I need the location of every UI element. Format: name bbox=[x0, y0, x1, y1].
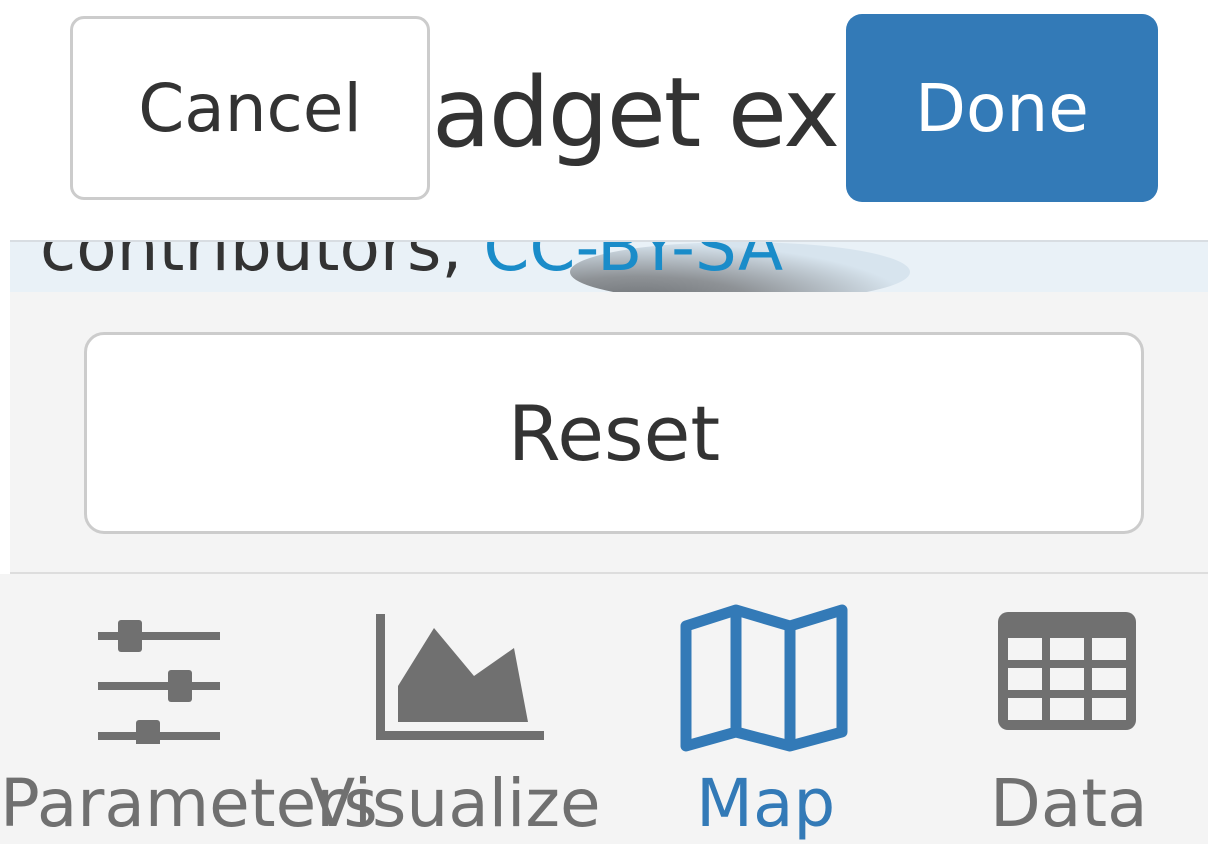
controls-panel: Reset bbox=[10, 292, 1208, 574]
map-preview[interactable]: contributors, CC-BY-SA bbox=[10, 240, 1208, 294]
tab-visualize[interactable]: Visualize bbox=[310, 574, 610, 844]
table-icon bbox=[998, 612, 1136, 730]
tab-parameters[interactable]: Parameters bbox=[0, 574, 378, 844]
area-chart-icon bbox=[376, 614, 544, 740]
tab-map[interactable]: Map bbox=[640, 574, 890, 844]
map-attribution: contributors, CC-BY-SA bbox=[40, 240, 783, 288]
map-icon bbox=[680, 604, 848, 752]
attribution-license-link[interactable]: CC-BY-SA bbox=[483, 242, 783, 286]
reset-button[interactable]: Reset bbox=[84, 332, 1144, 534]
gadget-editor-screen: adget ex Cancel Done contributors, CC-BY… bbox=[0, 0, 1208, 844]
tab-data-label: Data bbox=[990, 765, 1148, 842]
tab-map-label: Map bbox=[696, 765, 836, 842]
cancel-button[interactable]: Cancel bbox=[70, 16, 430, 200]
attribution-text: contributors, bbox=[40, 240, 463, 286]
tab-data[interactable]: Data bbox=[960, 574, 1208, 844]
header-bar: adget ex Cancel Done bbox=[0, 0, 1208, 240]
tab-visualize-label: Visualize bbox=[310, 765, 601, 842]
sliders-icon bbox=[98, 620, 220, 744]
bottom-tab-bar: Parameters Visualize Map Data bbox=[0, 574, 1208, 844]
done-button[interactable]: Done bbox=[846, 14, 1158, 202]
page-title: adget ex bbox=[432, 57, 840, 169]
